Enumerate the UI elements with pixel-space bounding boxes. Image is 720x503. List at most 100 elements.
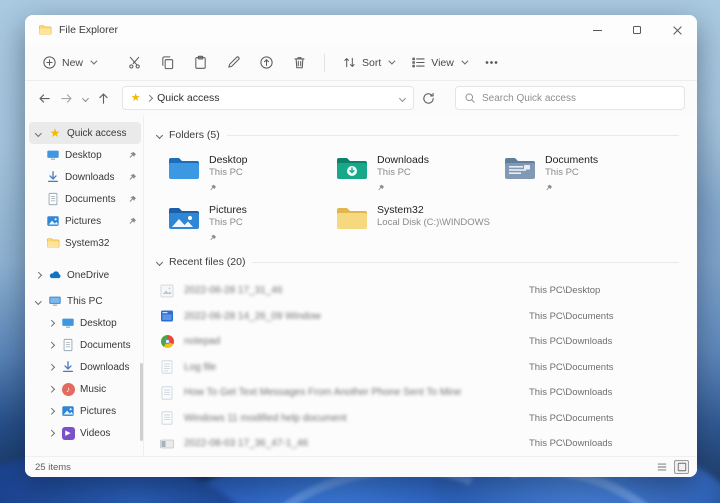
pin-icon [128,151,137,160]
sidebar-item-pictures[interactable]: Pictures [42,210,141,232]
details-view-button[interactable] [654,460,669,474]
forward-icon[interactable] [59,90,74,106]
sidebar-scrollbar[interactable] [140,363,143,441]
sidebar-item-quick-access[interactable]: ★ Quick access [29,122,141,144]
folder-tile-desktop[interactable]: Desktop This PC [167,152,335,197]
chevron-right-icon[interactable] [46,319,56,327]
sidebar-item-pc-desktop[interactable]: Desktop [42,312,141,334]
chevron-down-icon[interactable] [33,129,43,137]
file-name: Windows 11 modified help document [184,412,347,424]
sidebar-item-onedrive[interactable]: OneDrive [29,264,141,286]
breadcrumb[interactable]: Quick access [157,92,219,104]
address-dropdown-icon[interactable] [398,94,406,102]
refresh-icon[interactable] [421,90,436,106]
new-button[interactable]: New [35,50,102,75]
sidebar-item-label: Pictures [65,215,102,227]
chevron-right-icon[interactable] [46,385,56,393]
folder-tile-downloads[interactable]: Downloads This PC [335,152,503,197]
recent-files-list: 2022-06-28 17_31_46 This PC\Desktop 2022… [159,278,679,456]
see-more-button[interactable] [477,50,506,75]
folder-name: System32 [377,204,424,216]
titlebar[interactable]: File Explorer [25,15,697,45]
delete-button[interactable] [285,50,314,75]
collapse-chevron-icon[interactable] [155,131,164,139]
image-file-icon [159,283,175,299]
sidebar-item-videos[interactable]: ▶ Videos [42,422,141,444]
copy-button[interactable] [153,50,182,75]
chevron-right-icon[interactable] [46,407,56,415]
navigation-pane: ★ Quick access Desktop Downloads Documen… [25,115,143,456]
close-icon [673,26,682,35]
chevron-right-icon[interactable] [46,429,56,437]
folders-grid: Desktop This PC Downloads This PC Docume… [167,152,679,247]
sidebar-item-pc-downloads[interactable]: Downloads [42,356,141,378]
search-input[interactable] [482,92,677,104]
folder-tile-system32[interactable]: System32 Local Disk (C:)\WINDOWS [335,202,503,247]
chevron-right-icon[interactable] [46,341,56,349]
minimize-button[interactable] [577,15,617,45]
sidebar-item-label: Desktop [80,317,117,329]
paste-button[interactable] [186,50,215,75]
file-row[interactable]: 2022-08-03 17_36_47-1_46 This PC\Downloa… [159,431,679,456]
maximize-button[interactable] [617,15,657,45]
close-button[interactable] [657,15,697,45]
large-icons-view-button[interactable] [674,460,689,474]
file-row[interactable]: Log file This PC\Documents [159,355,679,381]
delete-icon [292,55,307,70]
file-row[interactable]: Windows 11 modified help document This P… [159,406,679,432]
chevron-right-icon[interactable] [33,271,43,279]
file-row[interactable]: 2022-06-28 17_31_46 This PC\Desktop [159,278,679,304]
recent-locations-icon[interactable] [81,94,89,102]
sidebar-item-label: Downloads [80,361,130,373]
sidebar-item-this-pc[interactable]: This PC [29,290,141,312]
recent-files-section-header[interactable]: Recent files (20) [155,254,679,270]
file-location: This PC\Downloads [529,336,613,348]
back-icon[interactable] [37,90,52,106]
file-name: notepad [184,336,221,348]
chevron-down-icon[interactable] [33,297,43,305]
media-file-icon [159,436,175,452]
sidebar-item-system32[interactable]: System32 [42,232,141,254]
file-location: This PC\Desktop [529,285,601,297]
up-icon[interactable] [95,90,110,106]
file-row[interactable]: 2022-06-28 14_26_09 Window This PC\Docum… [159,304,679,330]
folder-name: Desktop [209,154,248,166]
file-row[interactable]: notepad This PC\Downloads [159,329,679,355]
folder-tile-pictures[interactable]: Pictures This PC [167,202,335,247]
sidebar-item-documents[interactable]: Documents [42,188,141,210]
folder-name: Downloads [377,154,429,166]
sidebar-item-downloads[interactable]: Downloads [42,166,141,188]
chevron-right-icon[interactable] [46,363,56,371]
folder-name: Pictures [209,204,247,216]
rename-button[interactable] [219,50,248,75]
share-button[interactable] [252,50,281,75]
cloud-icon [48,268,62,282]
sort-button[interactable]: Sort [335,50,400,75]
pin-icon [209,229,217,246]
address-bar[interactable]: ★ Quick access [121,86,414,110]
file-name: 2022-06-28 14_26_09 Window [184,310,321,322]
file-row[interactable]: How To Get Text Messages From Another Ph… [159,380,679,406]
yellow-folder-icon [335,204,369,232]
text-file-icon [159,359,175,375]
documents-folder-icon [503,154,537,182]
sidebar-item-pc-documents[interactable]: Documents [42,334,141,356]
doc-file-icon [159,385,175,401]
cut-button[interactable] [120,50,149,75]
download-icon [46,170,60,184]
search-box[interactable] [455,86,686,110]
sidebar-item-label: Documents [65,193,116,205]
view-button[interactable]: View [404,50,473,75]
folders-section-header[interactable]: Folders (5) [155,127,679,143]
collapse-chevron-icon[interactable] [155,258,164,266]
folder-tile-documents[interactable]: Documents This PC [503,152,671,197]
quick-access-star-icon: ★ [130,91,141,104]
folder-icon [38,23,52,37]
sidebar-item-music[interactable]: ♪ Music [42,378,141,400]
chevron-down-icon [388,57,396,65]
sidebar-item-desktop[interactable]: Desktop [42,144,141,166]
sidebar-item-pc-pictures[interactable]: Pictures [42,400,141,422]
pictures-icon [46,214,60,228]
file-location: This PC\Documents [529,310,614,322]
sort-icon [342,55,357,70]
